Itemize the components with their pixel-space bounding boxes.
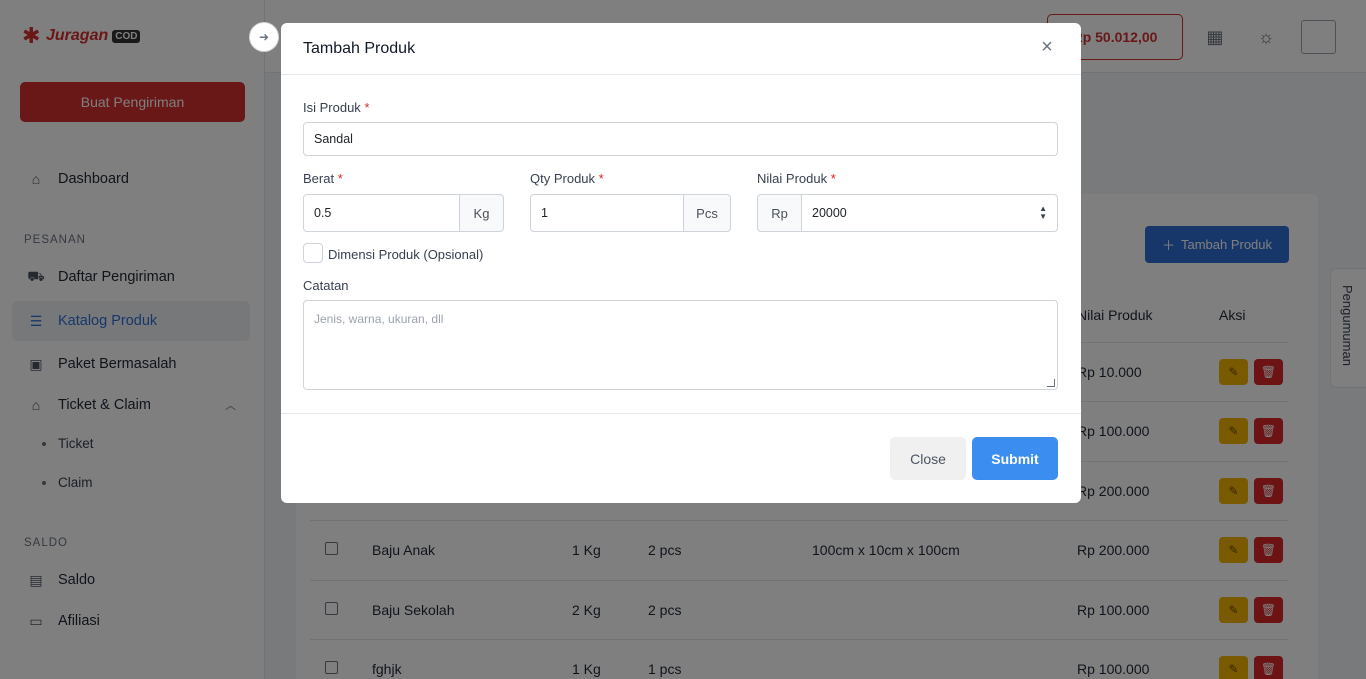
required-mark: * [830, 171, 836, 186]
submit-button[interactable]: Submit [972, 437, 1058, 480]
berat-input[interactable]: 0.5 [303, 194, 461, 232]
berat-text: Berat [303, 171, 335, 186]
required-mark: * [598, 171, 604, 186]
dimensi-label[interactable]: Dimensi Produk (Opsional) [328, 247, 483, 262]
nilai-label: Nilai Produk * [757, 171, 836, 186]
qty-unit: Pcs [683, 194, 731, 232]
qty-input[interactable]: 1 [530, 194, 685, 232]
arrow-right-icon: ➜ [258, 30, 270, 44]
nilai-input[interactable]: 20000 ▲ ▼ [801, 194, 1058, 232]
qty-label: Qty Produk * [530, 171, 604, 186]
nilai-prefix: Rp [757, 194, 802, 232]
close-button[interactable]: Close [890, 437, 966, 480]
berat-label: Berat * [303, 171, 343, 186]
catatan-textarea[interactable]: Jenis, warna, ukuran, dll [303, 300, 1058, 390]
required-mark: * [364, 100, 370, 115]
isi-produk-text: Isi Produk [303, 100, 361, 115]
catatan-label: Catatan [303, 278, 349, 293]
isi-produk-input[interactable]: Sandal [303, 122, 1058, 156]
berat-unit: Kg [459, 194, 504, 232]
dimensi-checkbox[interactable] [303, 243, 323, 263]
nilai-value: 20000 [812, 206, 847, 220]
isi-produk-label: Isi Produk * [303, 100, 370, 115]
number-spinner-icon[interactable]: ▲ ▼ [1039, 205, 1047, 221]
catatan-placeholder: Jenis, warna, ukuran, dll [314, 312, 444, 326]
close-icon[interactable]: × [1037, 37, 1057, 57]
modal-footer-divider [281, 413, 1081, 414]
qty-text: Qty Produk [530, 171, 596, 186]
nilai-text: Nilai Produk [757, 171, 828, 186]
required-mark: * [337, 171, 343, 186]
sidebar-collapse-button[interactable]: ➜ [249, 22, 279, 52]
modal-title: Tambah Produk [303, 40, 416, 57]
resize-handle-icon[interactable] [1047, 379, 1055, 387]
add-product-modal: Tambah Produk × Isi Produk * Sandal Bera… [281, 23, 1081, 503]
